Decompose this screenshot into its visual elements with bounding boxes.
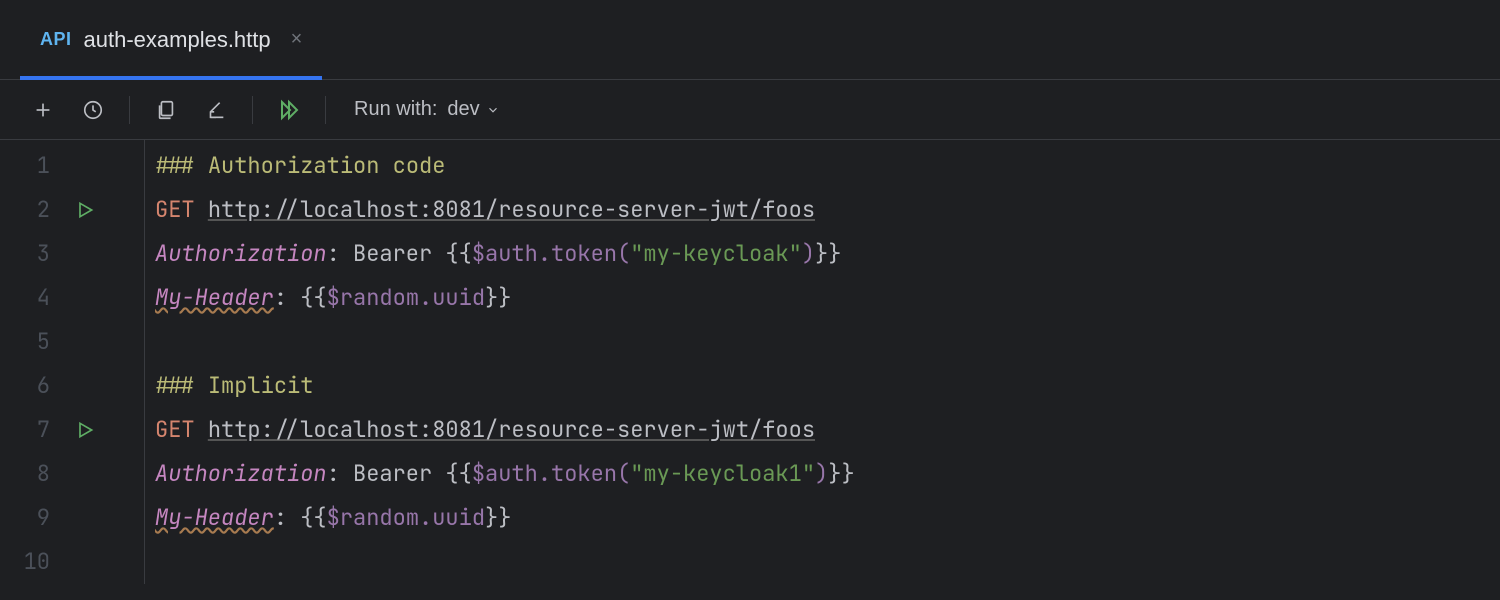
token-hkeyw: My-Header <box>155 503 274 532</box>
line-number: 2 <box>0 188 70 232</box>
token-text: : Bearer <box>327 239 446 268</box>
run-line-icon[interactable] <box>70 200 100 220</box>
editor[interactable]: 12345678910 ### Authorization codeGET ht… <box>0 140 1500 584</box>
token-var: $auth.token( <box>472 239 630 268</box>
token-url: http://localhost:8081/resource-server-jw… <box>208 415 815 444</box>
line-number: 8 <box>0 452 70 496</box>
token-brace: }} <box>815 239 841 268</box>
gutter-line: 1 <box>0 144 144 188</box>
code-line[interactable]: GET http://localhost:8081/resource-serve… <box>155 408 855 452</box>
line-number: 3 <box>0 232 70 276</box>
token-brace: {{ <box>445 459 471 488</box>
toolbar-separator <box>252 96 253 124</box>
code-line[interactable] <box>155 540 855 584</box>
gutter-line: 2 <box>0 188 144 232</box>
import-button[interactable] <box>198 92 234 128</box>
run-all-button[interactable] <box>271 92 307 128</box>
tab-bar: API auth-examples.http × <box>0 0 1500 80</box>
token-text: : Bearer <box>327 459 446 488</box>
environment-dropdown[interactable]: dev <box>447 98 499 121</box>
gutter-line: 4 <box>0 276 144 320</box>
code-line[interactable]: ### Authorization code <box>155 144 855 188</box>
run-with-label: Run with: <box>354 98 437 121</box>
run-line-icon[interactable] <box>70 420 100 440</box>
token-str: "my-keycloak" <box>630 239 802 268</box>
token-var: $random.uuid <box>327 283 485 312</box>
line-number: 7 <box>0 408 70 452</box>
toolbar-separator <box>129 96 130 124</box>
code-line[interactable]: ### Implicit <box>155 364 855 408</box>
close-icon[interactable]: × <box>291 28 303 51</box>
token-var: ) <box>802 239 815 268</box>
token-url: http://localhost:8081/resource-server-jw… <box>208 195 815 224</box>
run-with-group: Run with: dev <box>354 98 500 121</box>
line-number: 10 <box>0 540 70 584</box>
toolbar-separator <box>325 96 326 124</box>
code-line[interactable]: Authorization: Bearer {{$auth.token("my-… <box>155 452 855 496</box>
tab-filename: auth-examples.http <box>84 27 271 53</box>
code-line[interactable]: My-Header: {{$random.uuid}} <box>155 496 855 540</box>
code-line[interactable] <box>155 320 855 364</box>
gutter-line: 9 <box>0 496 144 540</box>
token-brace: {{ <box>300 503 326 532</box>
token-hkey: Authorization <box>155 239 327 268</box>
gutter-line: 7 <box>0 408 144 452</box>
line-number: 1 <box>0 144 70 188</box>
tab-auth-examples[interactable]: API auth-examples.http × <box>20 0 322 79</box>
line-number: 5 <box>0 320 70 364</box>
toolbar: Run with: dev <box>0 80 1500 140</box>
gutter-line: 5 <box>0 320 144 364</box>
code-line[interactable]: GET http://localhost:8081/resource-serve… <box>155 188 855 232</box>
token-brace: }} <box>485 503 511 532</box>
code-line[interactable]: Authorization: Bearer {{$auth.token("my-… <box>155 232 855 276</box>
token-sep: Implicit <box>208 371 314 400</box>
token-text: : <box>274 503 300 532</box>
token-var: ) <box>815 459 828 488</box>
token-hkeyw: My-Header <box>155 283 274 312</box>
code-area[interactable]: ### Authorization codeGET http://localho… <box>145 140 855 584</box>
environment-name: dev <box>447 98 479 121</box>
chevron-down-icon <box>486 103 500 117</box>
line-number: 4 <box>0 276 70 320</box>
history-button[interactable] <box>75 92 111 128</box>
token-sep: ### <box>155 151 208 180</box>
token-var: $random.uuid <box>327 503 485 532</box>
gutter-line: 6 <box>0 364 144 408</box>
token-method: GET <box>155 195 208 224</box>
token-sep: Authorization code <box>208 151 446 180</box>
api-file-icon: API <box>40 29 72 50</box>
examples-button[interactable] <box>148 92 184 128</box>
token-brace: {{ <box>300 283 326 312</box>
token-brace: }} <box>485 283 511 312</box>
token-sep: ### <box>155 371 208 400</box>
line-number: 9 <box>0 496 70 540</box>
token-brace: }} <box>828 459 854 488</box>
token-str: "my-keycloak1" <box>630 459 815 488</box>
token-text: : <box>274 283 300 312</box>
line-number: 6 <box>0 364 70 408</box>
gutter-line: 3 <box>0 232 144 276</box>
code-line[interactable]: My-Header: {{$random.uuid}} <box>155 276 855 320</box>
gutter-line: 10 <box>0 540 144 584</box>
gutter-line: 8 <box>0 452 144 496</box>
add-request-button[interactable] <box>25 92 61 128</box>
token-hkey: Authorization <box>155 459 327 488</box>
token-brace: {{ <box>445 239 471 268</box>
token-var: $auth.token( <box>472 459 630 488</box>
token-method: GET <box>155 415 208 444</box>
gutter: 12345678910 <box>0 140 145 584</box>
